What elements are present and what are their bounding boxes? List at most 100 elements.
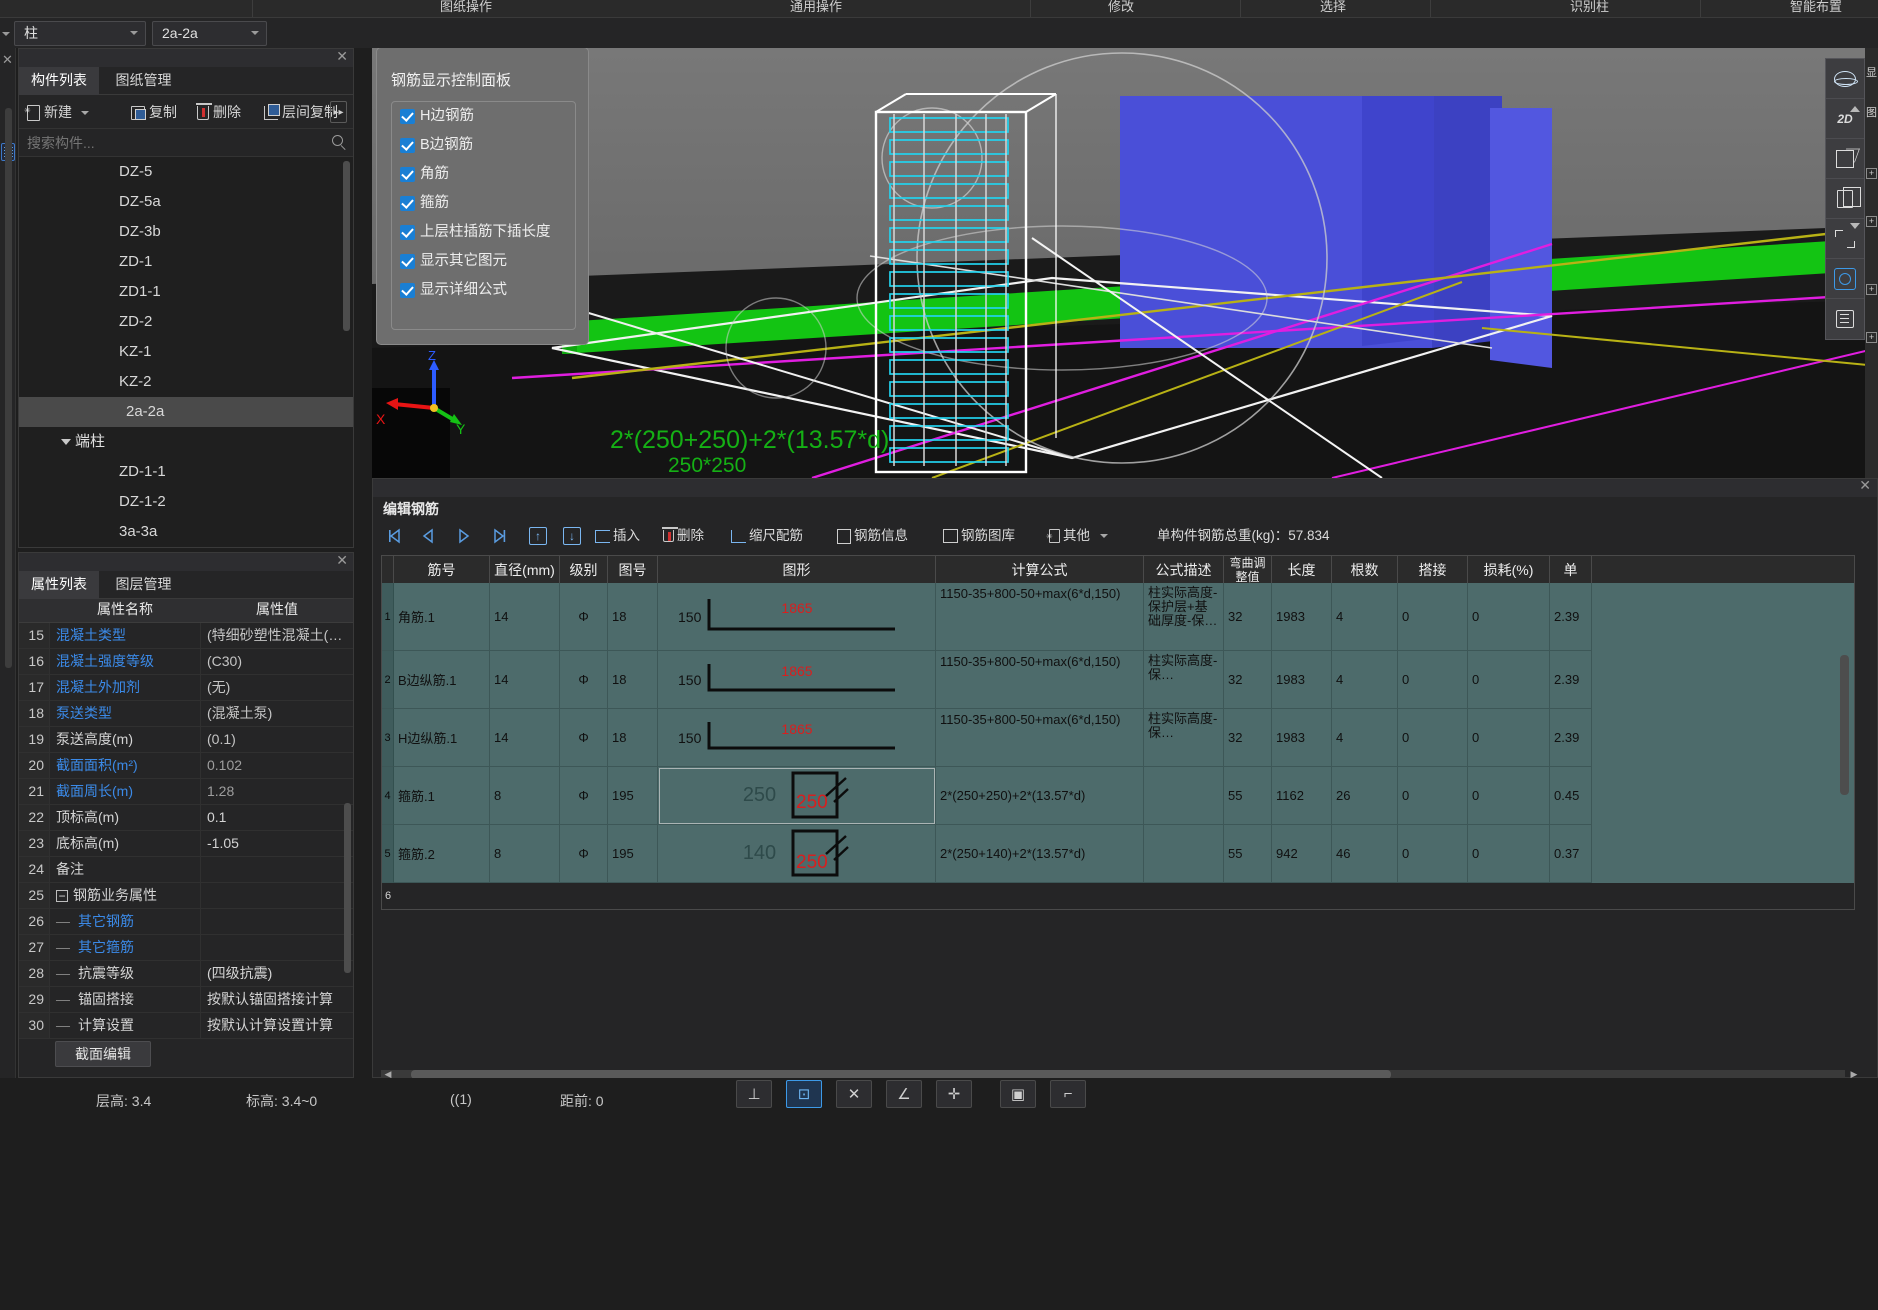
property-row[interactable]: 30 — 计算设置 按默认计算设置计算 xyxy=(19,1013,353,1039)
cell-lap[interactable]: 0 xyxy=(1398,825,1468,883)
cell-shape-diagram[interactable]: 150 1865 xyxy=(658,651,936,709)
table-row-selected[interactable]: 4 箍筋.1 8 Φ 195 250 250 2*(250+250)+2*(13… xyxy=(382,767,1854,825)
list-item[interactable]: DZ-5 xyxy=(19,157,353,187)
cell-length[interactable]: 1162 xyxy=(1272,767,1332,825)
ribbon-tab-0[interactable]: 图纸操作 xyxy=(440,0,492,15)
cell-diameter[interactable]: 14 xyxy=(490,651,560,709)
expand-panel-icon[interactable]: ▸▸ xyxy=(330,101,347,123)
cell-diameter[interactable]: 8 xyxy=(490,767,560,825)
close-icon[interactable]: ✕ xyxy=(336,552,348,569)
ribbon-tab-5[interactable]: 智能布置 xyxy=(1790,0,1842,15)
tab-layer-management[interactable]: 图层管理 xyxy=(103,571,183,599)
checkbox-row-corner[interactable]: 角筋 xyxy=(392,160,575,189)
property-row-value[interactable] xyxy=(201,883,353,908)
property-row-value[interactable]: (特细砂塑性混凝土(坍... xyxy=(201,623,353,648)
checkbox-checked-icon[interactable] xyxy=(400,167,415,182)
cell-formula-desc[interactable]: 柱实际高度-保… xyxy=(1144,651,1224,709)
expand-box-icon[interactable]: + xyxy=(1866,216,1877,227)
cell-unit-weight[interactable]: 2.39 xyxy=(1550,709,1592,767)
cell-diameter[interactable]: 8 xyxy=(490,825,560,883)
tab-drawing-management[interactable]: 图纸管理 xyxy=(103,67,183,95)
chevron-down-icon[interactable] xyxy=(1099,534,1108,539)
checkbox-row-h-side[interactable]: H边钢筋 xyxy=(392,102,575,131)
col-header-lap[interactable]: 搭接 xyxy=(1398,556,1468,583)
property-row-value[interactable]: (0.1) xyxy=(201,727,353,752)
cell-formula-desc[interactable]: 柱实际高度-保… xyxy=(1144,709,1224,767)
table-row[interactable]: 3 H边纵筋.1 14 Φ 18 150 1865 1150-35+800-50… xyxy=(382,709,1854,767)
close-icon[interactable]: ✕ xyxy=(336,48,348,65)
cell-formula[interactable]: 2*(250+140)+2*(13.57*d) xyxy=(936,825,1144,883)
property-row[interactable]: 21 截面周长(m) 1.28 xyxy=(19,779,353,805)
list-item[interactable]: 3a-3a xyxy=(19,517,353,547)
cell-formula[interactable]: 1150-35+800-50+max(6*d,150) xyxy=(936,651,1144,709)
cell-diameter[interactable]: 14 xyxy=(490,709,560,767)
search-input[interactable] xyxy=(27,133,307,153)
checkbox-checked-icon[interactable] xyxy=(400,138,415,153)
cell-count[interactable]: 4 xyxy=(1332,651,1398,709)
property-row-value[interactable]: (C30) xyxy=(201,649,353,674)
box-icon[interactable] xyxy=(1826,179,1864,219)
col-header-rebar-no[interactable]: 筋号 xyxy=(394,556,490,583)
next-record-icon[interactable] xyxy=(455,527,473,545)
cell-shape-no[interactable]: 195 xyxy=(608,767,658,825)
list-item[interactable]: DZ-3b xyxy=(19,217,353,247)
property-row-value[interactable]: (四级抗震) xyxy=(201,961,353,986)
right-edge-label-0[interactable]: 显 xyxy=(1866,68,1878,79)
close-icon[interactable]: ✕ xyxy=(2,52,13,68)
move-down-icon[interactable]: ↓ xyxy=(563,527,581,545)
checkbox-row-show-formula[interactable]: 显示详细公式 xyxy=(392,276,575,305)
col-header-diameter[interactable]: 直径(mm) xyxy=(490,556,560,583)
scale-rebar-button[interactable]: 缩尺配筋 xyxy=(731,523,803,549)
left-panel-scrollbar[interactable] xyxy=(5,108,12,668)
list-item[interactable]: ZD-1-1 xyxy=(19,457,353,487)
property-row-value[interactable]: (无) xyxy=(201,675,353,700)
rebar-library-button[interactable]: 钢筋图库 xyxy=(943,523,1015,549)
cell-formula-desc[interactable]: 柱实际高度-保护层+基础厚度-保… xyxy=(1144,583,1224,651)
cell-lap[interactable]: 0 xyxy=(1398,767,1468,825)
3d-viewport[interactable]: Z X Y 2*(250+250)+2*(13.57*d) 250*250 2D xyxy=(372,48,1878,478)
cell-formula[interactable]: 1150-35+800-50+max(6*d,150) xyxy=(936,583,1144,651)
collapse-icon[interactable]: − xyxy=(56,890,68,903)
cell-shape-diagram-selected[interactable]: 250 250 xyxy=(658,767,936,825)
list-item[interactable]: DZ-1-2 xyxy=(19,487,353,517)
cell-grade[interactable]: Φ xyxy=(560,709,608,767)
col-header-grade[interactable]: 级别 xyxy=(560,556,608,583)
new-component-button[interactable]: 新建 xyxy=(24,100,89,124)
col-header-shape[interactable]: 图形 xyxy=(658,556,936,583)
cell-formula[interactable]: 2*(250+250)+2*(13.57*d) xyxy=(936,767,1144,825)
tab-component-list[interactable]: 构件列表 xyxy=(19,67,99,95)
measure-icon[interactable]: ⊥ xyxy=(736,1080,772,1108)
cell-shape-diagram[interactable]: 150 1865 xyxy=(658,709,936,767)
property-row-value[interactable]: 按默认锚固搭接计算 xyxy=(201,987,353,1012)
rebar-info-button[interactable]: 钢筋信息 xyxy=(837,523,908,549)
midpoint-icon[interactable]: ✛ xyxy=(936,1080,972,1108)
cell-grade[interactable]: Φ xyxy=(560,767,608,825)
cell-unit-weight[interactable]: 2.39 xyxy=(1550,583,1592,651)
orbit-icon[interactable] xyxy=(1826,59,1864,99)
cell-bend-adjust[interactable]: 32 xyxy=(1224,583,1272,651)
col-header-shape-no[interactable]: 图号 xyxy=(608,556,658,583)
property-row[interactable]: 23 底标高(m) -1.05 xyxy=(19,831,353,857)
component-list-scrollbar[interactable] xyxy=(343,161,350,331)
checkbox-checked-icon[interactable] xyxy=(400,254,415,269)
cell-lap[interactable]: 0 xyxy=(1398,651,1468,709)
cell-length[interactable]: 1983 xyxy=(1272,709,1332,767)
move-up-icon[interactable]: ↑ xyxy=(529,527,547,545)
col-header-formula[interactable]: 计算公式 xyxy=(936,556,1144,583)
checkbox-checked-icon[interactable] xyxy=(400,225,415,240)
cube-icon[interactable] xyxy=(1826,139,1864,179)
chevron-down-icon[interactable] xyxy=(80,111,89,116)
cell-shape-no[interactable]: 18 xyxy=(608,583,658,651)
property-row[interactable]: 27 — 其它箍筋 xyxy=(19,935,353,961)
property-row[interactable]: 26 — 其它钢筋 xyxy=(19,909,353,935)
property-row-group[interactable]: 25 − 钢筋业务属性 xyxy=(19,883,353,909)
table-row[interactable]: 2 B边纵筋.1 14 Φ 18 150 1865 1150-35+800-50… xyxy=(382,651,1854,709)
col-header-unit[interactable]: 单 xyxy=(1550,556,1592,583)
ribbon-tab-4[interactable]: 识别柱 xyxy=(1570,0,1609,15)
first-record-icon[interactable] xyxy=(385,527,403,545)
list-item[interactable]: KZ-1 xyxy=(19,337,353,367)
property-row-value[interactable]: 0.102 xyxy=(201,753,353,778)
delete-component-button[interactable]: 删除 xyxy=(196,102,241,124)
prev-record-icon[interactable] xyxy=(419,527,437,545)
list-view-icon[interactable] xyxy=(1826,299,1864,339)
